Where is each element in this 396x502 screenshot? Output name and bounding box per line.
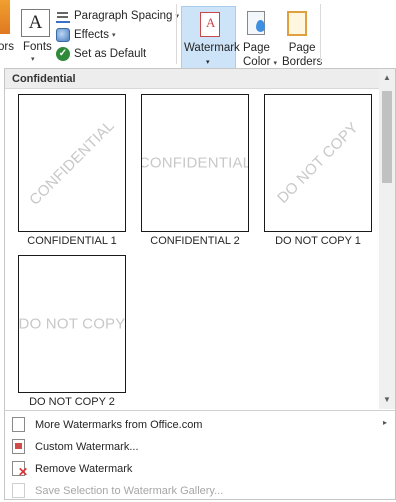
ribbon: ors A Fonts ▾ Paragraph Spacing ▾ Effect… [0,0,396,68]
checkmark-icon: ✓ [56,47,70,61]
thumbnail-caption: DO NOT COPY 2 [29,396,115,408]
custom-watermark-icon [12,439,25,454]
gallery-section-header: Confidential [5,69,379,89]
remove-watermark-icon: ✕ [12,461,28,479]
page-color-button[interactable]: Page Color ▾ [238,6,277,68]
effects-label: Effects [74,29,109,41]
paragraph-spacing-button[interactable]: Paragraph Spacing ▾ [56,9,179,23]
watermark-preview-text: DO NOT COPY [18,315,126,333]
custom-watermark-menu-item[interactable]: Custom Watermark... [5,436,395,458]
paragraph-spacing-label: Paragraph Spacing [74,10,173,22]
custom-watermark-label: Custom Watermark... [35,441,139,453]
fonts-button-label[interactable]: Fonts [23,41,52,53]
page-borders-label-1: Page [288,42,316,54]
watermark-thumbnail-do-not-copy-1[interactable]: DO NOT COPY [264,94,372,232]
paint-drop-icon [256,20,265,32]
fonts-icon[interactable]: A [21,9,50,37]
remove-watermark-label: Remove Watermark [35,463,133,475]
remove-watermark-menu-item[interactable]: ✕ Remove Watermark [5,458,395,480]
watermark-thumbnail-do-not-copy-2[interactable]: DO NOT COPY [18,255,126,393]
effects-icon [56,28,70,42]
page-borders-icon [287,11,307,36]
page-borders-label-2: Borders [282,56,323,68]
save-selection-label: Save Selection to Watermark Gallery... [35,485,224,497]
scroll-up-icon[interactable]: ▲ [383,73,391,82]
more-watermarks-menu-item[interactable]: More Watermarks from Office.com ▸ [5,414,395,436]
watermark-thumbnail-confidential-2[interactable]: CONFIDENTIAL [141,94,249,232]
thumbnail-caption: DO NOT COPY 1 [275,235,361,247]
effects-button[interactable]: Effects ▾ [56,28,115,42]
watermark-gallery-panel: Confidential ▲ ▼ CONFIDENTIAL CONFIDENTI… [4,68,396,500]
chevron-down-icon: ▾ [206,59,210,66]
scroll-down-icon[interactable]: ▼ [383,395,391,404]
paragraph-spacing-icon [56,9,70,23]
save-to-gallery-icon [12,483,25,498]
submenu-arrow-icon: ▸ [383,418,388,427]
chevron-down-icon[interactable]: ▾ [31,55,35,63]
chevron-down-icon: ▾ [111,32,116,39]
colors-icon[interactable] [0,0,10,34]
office-online-icon [12,417,25,432]
save-selection-menu-item: Save Selection to Watermark Gallery... [5,480,395,502]
watermark-preview-text: DO NOT COPY [274,119,362,207]
colors-button-label[interactable]: ors [0,41,14,53]
page-color-label-1: Page [243,42,270,54]
page-color-label-2: Color [243,56,271,68]
ribbon-divider [176,4,177,64]
watermark-preview-text: CONFIDENTIAL [141,154,249,172]
watermark-label: Watermark [184,42,240,54]
watermark-thumbnail-confidential-1[interactable]: CONFIDENTIAL [18,94,126,232]
thumbnail-caption: CONFIDENTIAL 1 [27,235,117,247]
set-as-default-button[interactable]: ✓ Set as Default [56,47,146,61]
watermark-icon [200,12,220,37]
menu-divider [5,410,395,411]
watermark-preview-text: CONFIDENTIAL [26,117,118,209]
more-watermarks-label: More Watermarks from Office.com [35,419,203,431]
page-borders-button[interactable]: Page Borders [278,6,322,68]
ribbon-divider [320,4,321,64]
watermark-button[interactable]: Watermark ▾ [181,6,240,68]
scrollbar-thumb[interactable] [382,91,392,183]
thumbnail-caption: CONFIDENTIAL 2 [150,235,240,247]
set-as-default-label: Set as Default [74,48,147,60]
chevron-down-icon: ▾ [273,60,277,67]
